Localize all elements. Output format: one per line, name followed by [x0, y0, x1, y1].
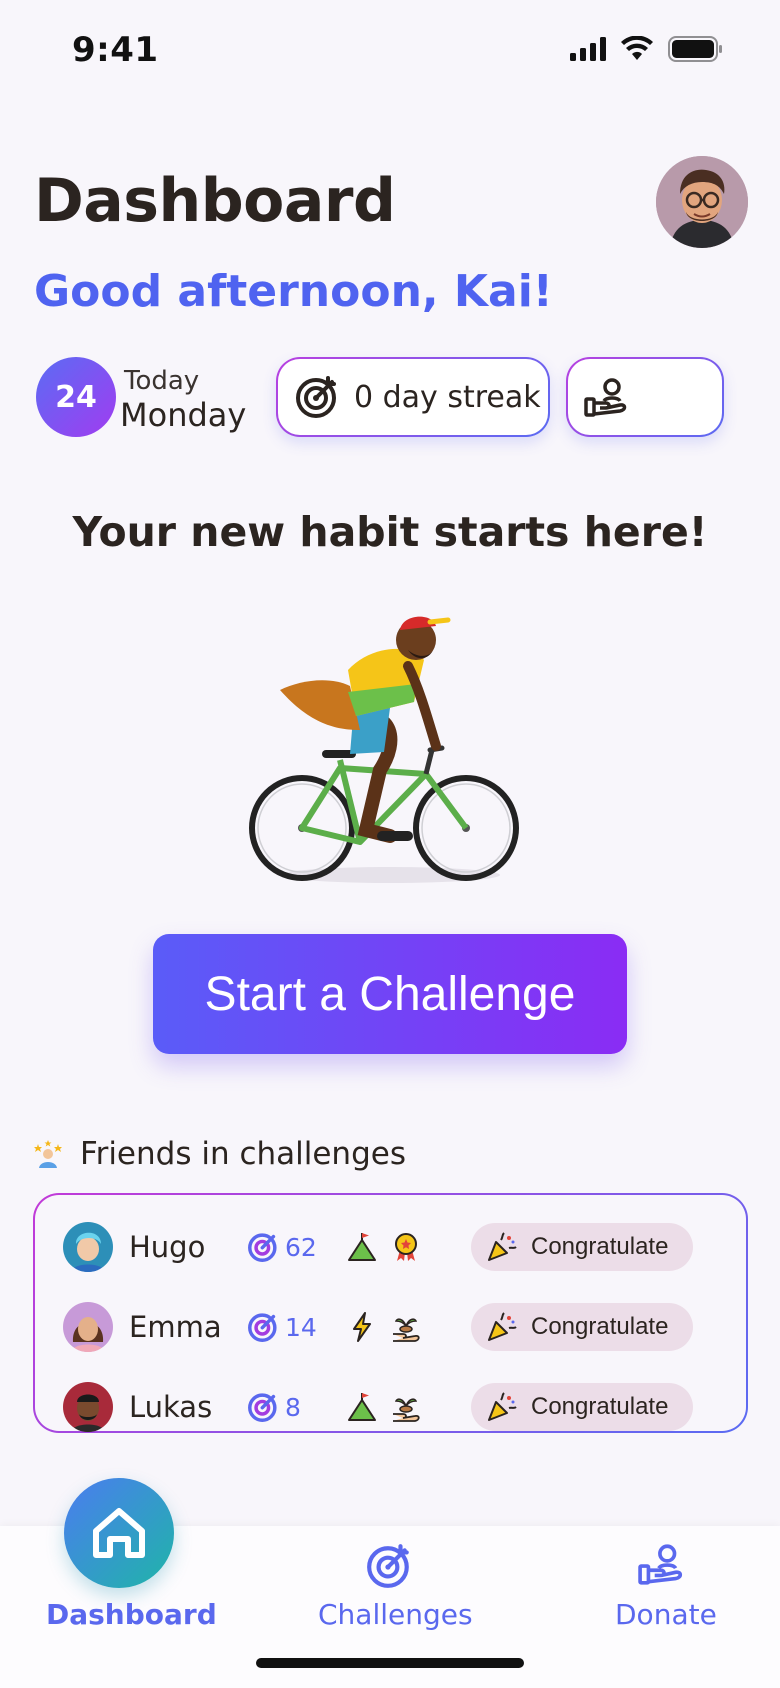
friends-section-header: Friends in challenges [34, 1136, 406, 1172]
tab-challenges-label[interactable]: Challenges [318, 1598, 473, 1631]
mountain-flag-icon [348, 1393, 376, 1421]
tab-dashboard-label[interactable]: Dashboard [46, 1598, 217, 1631]
cellular-signal-icon [570, 37, 606, 61]
user-avatar-image [656, 156, 748, 248]
friend-avatar-image [63, 1302, 113, 1352]
cyclist-illustration [249, 616, 519, 883]
tab-dashboard-button[interactable] [64, 1478, 174, 1588]
friends-section-title: Friends in challenges [80, 1136, 406, 1172]
friend-badges [347, 1232, 421, 1262]
status-bar: 9:41 [0, 0, 780, 100]
friend-avatar-image [63, 1222, 113, 1272]
friend-avatar[interactable] [63, 1222, 113, 1272]
profile-avatar[interactable] [656, 156, 748, 248]
friend-row-lukas: Lukas 8 Congratulate [35, 1377, 746, 1437]
date-badge: 24 [36, 357, 116, 437]
home-indicator [256, 1658, 524, 1668]
battery-icon [668, 36, 722, 62]
congratulate-button[interactable]: Congratulate [471, 1383, 693, 1431]
donate-hand-icon[interactable] [638, 1542, 686, 1586]
lightning-icon [353, 1312, 371, 1342]
status-time: 9:41 [72, 30, 159, 70]
party-popper-icon [488, 1392, 517, 1421]
congratulate-label: Congratulate [531, 1393, 669, 1420]
status-icons [570, 36, 724, 62]
friend-streak-count: 8 [285, 1392, 301, 1422]
congratulate-button[interactable]: Congratulate [471, 1303, 693, 1351]
friend-avatar[interactable] [63, 1302, 113, 1352]
streak-button[interactable]: 0 day streak [276, 357, 550, 437]
friend-badges [347, 1312, 421, 1342]
target-icon [248, 1313, 277, 1342]
friend-row-hugo: Hugo 62 Congratulate [35, 1217, 746, 1277]
friend-avatar-image [63, 1382, 113, 1432]
date-today-label: Today [124, 366, 200, 396]
congratulate-button[interactable]: Congratulate [471, 1223, 693, 1271]
friend-badges [347, 1392, 421, 1422]
donate-hand-icon [584, 378, 627, 417]
friends-list: Hugo 62 Congratulate Emma 14 Congratulat… [33, 1193, 748, 1433]
wifi-icon [621, 36, 653, 60]
streak-label: 0 day streak [354, 379, 541, 415]
friend-name: Emma [129, 1310, 222, 1344]
friend-streak-count: 62 [285, 1232, 317, 1262]
target-icon [296, 376, 336, 418]
greeting: Good afternoon, Kai! [34, 266, 553, 317]
medal-icon [395, 1233, 417, 1261]
date-weekday: Monday [120, 396, 247, 434]
hero-headline: Your new habit starts here! [72, 508, 708, 556]
friend-streak: 62 [247, 1231, 317, 1263]
friend-name: Lukas [129, 1390, 213, 1424]
target-icon [248, 1233, 277, 1262]
plant-hand-icon [393, 1318, 420, 1342]
friend-avatar[interactable] [63, 1382, 113, 1432]
party-popper-icon [488, 1312, 517, 1341]
home-icon [93, 1508, 145, 1558]
start-challenge-button[interactable]: Start a Challenge [153, 934, 627, 1054]
mountain-flag-icon [348, 1233, 376, 1261]
congratulate-label: Congratulate [531, 1233, 669, 1260]
people-star-icon [34, 1140, 62, 1168]
plant-hand-icon [393, 1398, 420, 1422]
friend-streak: 8 [247, 1391, 301, 1423]
target-icon [248, 1393, 277, 1422]
friend-streak: 14 [247, 1311, 317, 1343]
party-popper-icon [488, 1232, 517, 1261]
congratulate-label: Congratulate [531, 1313, 669, 1340]
donate-shortcut-button[interactable] [566, 357, 724, 437]
friend-streak-count: 14 [285, 1312, 317, 1342]
target-icon[interactable] [365, 1542, 413, 1590]
friend-name: Hugo [129, 1230, 206, 1264]
page-title: Dashboard [34, 166, 396, 236]
friend-row-emma: Emma 14 Congratulate [35, 1297, 746, 1357]
tab-donate-label[interactable]: Donate [615, 1598, 717, 1631]
